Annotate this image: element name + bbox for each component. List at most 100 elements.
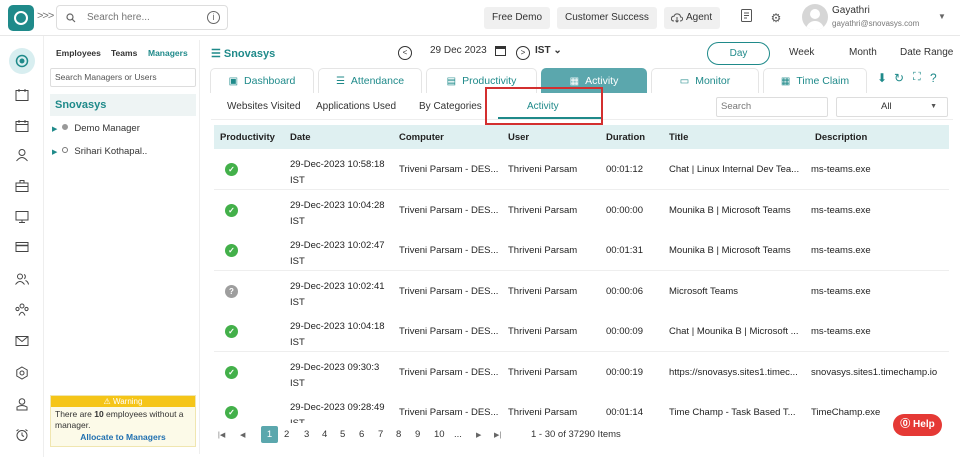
rail-admin-icon[interactable] bbox=[11, 393, 33, 415]
subtab-applications-used[interactable]: Applications Used bbox=[316, 101, 396, 112]
tab-monitor[interactable]: ▭ Monitor bbox=[651, 68, 759, 93]
col-duration[interactable]: Duration bbox=[606, 132, 645, 143]
rail-users-icon[interactable] bbox=[11, 268, 33, 290]
page-3-button[interactable]: 3 bbox=[304, 429, 309, 440]
cell-title: Chat | Linux Internal Dev Tea... bbox=[669, 164, 800, 175]
tab-time-claim[interactable]: ▦ Time Claim bbox=[763, 68, 867, 93]
rail-card-icon[interactable] bbox=[11, 236, 33, 258]
user-email: gayathri@snovasys.com bbox=[832, 19, 920, 28]
help-circle-icon[interactable]: ? bbox=[930, 71, 937, 85]
subtab-by-categories[interactable]: By Categories bbox=[419, 101, 482, 112]
table-row[interactable]: ✓ 29-Dec-2023 10:04:18 IST Triveni Parsam … bbox=[214, 311, 949, 352]
rail-settings-icon[interactable] bbox=[11, 362, 33, 384]
productive-check-icon: ✓ bbox=[225, 244, 238, 257]
global-search[interactable] bbox=[56, 5, 228, 30]
managers-search-input[interactable]: Search Managers or Users bbox=[50, 68, 196, 87]
cell-computer: Triveni Parsam - DES... bbox=[399, 326, 499, 337]
table-row[interactable]: ✓ 29-Dec-2023 10:04:28 IST Triveni Parsam … bbox=[214, 189, 949, 231]
table-row[interactable]: ✓ 29-Dec-2023 09:28:49 IST Triveni Parsam … bbox=[214, 392, 949, 423]
table-row[interactable]: ✓ 29-Dec-2023 09:30:3 IST Triveni Parsam -… bbox=[214, 351, 949, 393]
prev-date-button[interactable]: < bbox=[398, 46, 412, 60]
rail-activity-icon[interactable] bbox=[9, 48, 35, 74]
col-title[interactable]: Title bbox=[669, 132, 688, 143]
subtab-websites-visited[interactable]: Websites Visited bbox=[227, 101, 301, 112]
chevron-down-icon: ⌄ bbox=[553, 45, 562, 56]
col-user[interactable]: User bbox=[508, 132, 529, 143]
prev-page-icon[interactable]: ◀ bbox=[240, 431, 245, 439]
manager-item[interactable]: ▶ Srihari Kothapal.. bbox=[52, 146, 147, 157]
table-row[interactable]: ✓ 29-Dec-2023 10:58:18 IST Triveni Parsam … bbox=[214, 149, 949, 190]
timezone-select[interactable]: IST ⌄ bbox=[535, 45, 562, 56]
expand-arrow-icon[interactable]: ▶ bbox=[52, 126, 57, 133]
range-week-button[interactable]: Week bbox=[789, 47, 814, 58]
calendar-icon[interactable] bbox=[495, 45, 506, 59]
page-1-button[interactable]: 1 bbox=[261, 426, 278, 443]
tab-managers[interactable]: Managers bbox=[148, 48, 188, 58]
page-9-button[interactable]: 9 bbox=[415, 429, 420, 440]
tab-attendance[interactable]: ☰ Attendance bbox=[318, 68, 422, 93]
manager-name: Srihari Kothapal.. bbox=[74, 146, 148, 157]
menu-icon[interactable]: ☰ bbox=[211, 48, 221, 60]
timechamp-logo[interactable] bbox=[8, 5, 34, 31]
agent-button[interactable]: Agent bbox=[664, 7, 721, 29]
document-icon[interactable] bbox=[736, 8, 756, 28]
tab-dashboard[interactable]: ▣ Dashboard bbox=[210, 68, 314, 93]
next-date-button[interactable]: > bbox=[516, 46, 530, 60]
col-productivity[interactable]: Productivity bbox=[220, 132, 275, 143]
rail-monitor-icon[interactable] bbox=[11, 206, 33, 228]
download-icon[interactable]: ⬇ bbox=[877, 71, 887, 85]
rail-schedule-icon[interactable] bbox=[11, 115, 33, 137]
breadcrumb: ☰ Snovasys bbox=[211, 47, 275, 60]
cell-description: ms-teams.exe bbox=[811, 326, 871, 337]
rail-briefcase-icon[interactable] bbox=[11, 175, 33, 197]
refresh-icon[interactable]: ↻ bbox=[894, 71, 904, 85]
table-row[interactable]: ✓ 29-Dec-2023 10:02:47 IST Triveni Parsam … bbox=[214, 230, 949, 271]
expand-sidebar-icon[interactable]: >>> bbox=[37, 10, 54, 22]
range-month-button[interactable]: Month bbox=[849, 47, 877, 58]
fullscreen-icon[interactable]: ⛶ bbox=[913, 71, 921, 84]
tab-employees[interactable]: Employees bbox=[56, 48, 101, 58]
first-page-icon[interactable]: |◀ bbox=[218, 431, 225, 439]
tab-teams[interactable]: Teams bbox=[111, 48, 137, 58]
next-page-icon[interactable]: ▶ bbox=[476, 431, 481, 439]
page-4-button[interactable]: 4 bbox=[322, 429, 327, 440]
page-6-button[interactable]: 6 bbox=[359, 429, 364, 440]
cell-duration: 00:01:14 bbox=[606, 407, 643, 418]
org-name[interactable]: Snovasys bbox=[50, 94, 196, 116]
col-description[interactable]: Description bbox=[815, 132, 867, 143]
avatar[interactable] bbox=[802, 4, 828, 30]
page-5-button[interactable]: 5 bbox=[340, 429, 345, 440]
rail-user-icon[interactable] bbox=[11, 144, 33, 166]
rail-calendar-icon[interactable] bbox=[11, 84, 33, 106]
filter-select[interactable]: All ▼ bbox=[836, 97, 948, 117]
user-menu-caret-icon[interactable]: ▼ bbox=[938, 12, 946, 21]
global-search-input[interactable] bbox=[87, 9, 197, 26]
manager-item[interactable]: ▶ Demo Manager bbox=[52, 123, 140, 134]
col-date[interactable]: Date bbox=[290, 132, 311, 143]
page-7-button[interactable]: 7 bbox=[378, 429, 383, 440]
page-2-button[interactable]: 2 bbox=[284, 429, 289, 440]
table-row[interactable]: ? 29-Dec-2023 10:02:41 IST Triveni Parsam … bbox=[214, 270, 949, 312]
cell-description: ms-teams.exe bbox=[811, 164, 871, 175]
col-computer[interactable]: Computer bbox=[399, 132, 444, 143]
expand-arrow-icon[interactable]: ▶ bbox=[52, 149, 57, 156]
productive-check-icon: ✓ bbox=[225, 325, 238, 338]
customer-success-button[interactable]: Customer Success bbox=[557, 7, 657, 29]
range-day-button[interactable]: Day bbox=[707, 42, 770, 65]
gear-icon[interactable]: ⚙ bbox=[766, 8, 786, 28]
cell-description: snovasys.sites1.timechamp.io bbox=[811, 366, 938, 378]
table-search-input[interactable]: Search bbox=[716, 97, 828, 117]
page-ellipsis-button[interactable]: ... bbox=[454, 429, 462, 440]
free-demo-button[interactable]: Free Demo bbox=[484, 7, 551, 29]
rail-team-icon[interactable] bbox=[11, 299, 33, 321]
info-icon[interactable]: i bbox=[207, 11, 220, 24]
last-page-icon[interactable]: ▶| bbox=[494, 431, 501, 439]
range-date-range-button[interactable]: Date Range bbox=[900, 47, 953, 58]
cell-computer: Triveni Parsam - DES... bbox=[399, 204, 499, 216]
help-button[interactable]: ⓪ Help bbox=[893, 414, 942, 436]
page-8-button[interactable]: 8 bbox=[396, 429, 401, 440]
allocate-managers-link[interactable]: Allocate to Managers bbox=[51, 432, 195, 442]
page-10-button[interactable]: 10 bbox=[434, 429, 445, 440]
rail-alarm-icon[interactable] bbox=[11, 424, 33, 446]
rail-mail-icon[interactable] bbox=[11, 330, 33, 352]
